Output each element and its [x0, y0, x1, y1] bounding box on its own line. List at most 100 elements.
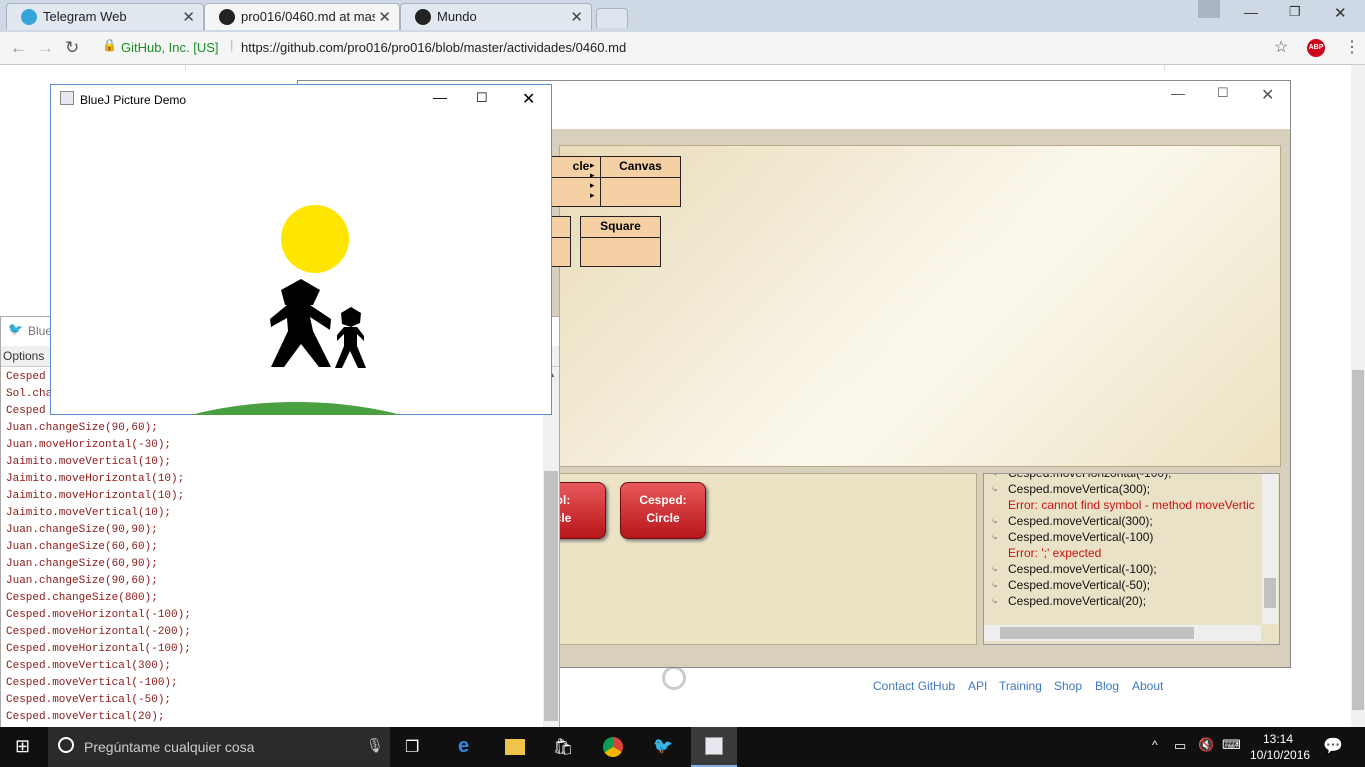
terminal-line: Cesped.moveVertical(-100); — [6, 677, 178, 689]
profile-icon[interactable] — [1198, 0, 1220, 18]
figure-jaimito — [335, 307, 366, 368]
close-icon[interactable]: ✕ — [570, 8, 583, 26]
chrome-icon[interactable] — [603, 737, 623, 757]
terminal-line: Cesped.moveHorizontal(-100); — [6, 609, 191, 621]
terminal-output: Cesped Sol.cha Cesped Juan.changeSize(90,60… — [1, 367, 542, 727]
java-taskbar-button[interactable] — [691, 727, 737, 767]
picture-demo-window: BlueJ Picture Demo — ☐ ✕ — [50, 84, 552, 415]
footer-link-contact[interactable]: Contact GitHub — [873, 679, 955, 693]
microphone-icon[interactable]: 🎙 — [366, 737, 384, 754]
clock-time[interactable]: 13:14 — [1263, 732, 1293, 746]
tab-label: Telegram Web — [43, 9, 127, 24]
codepad-line: Cesped.moveVertical(-50); — [1008, 578, 1151, 592]
tab-label: Mundo — [437, 9, 477, 24]
class-box-partial[interactable] — [550, 216, 571, 267]
footer-link-training[interactable]: Training — [999, 679, 1042, 693]
codepad-error-line: Error: cannot find symbol - method moveV… — [1008, 498, 1255, 512]
grass-circle — [191, 402, 401, 415]
file-explorer-icon[interactable] — [505, 739, 525, 755]
maximize-icon[interactable]: ☐ — [1217, 85, 1229, 101]
scrollbar-thumb[interactable] — [1264, 578, 1276, 608]
new-tab-button[interactable] — [596, 8, 628, 28]
divider — [185, 65, 186, 70]
close-icon[interactable]: ✕ — [378, 8, 391, 26]
class-diagram: cle Canvas Square ▸ ▸ ▸ ▸ — [550, 145, 1281, 467]
forward-icon[interactable]: → — [37, 38, 54, 58]
terminal-scrollbar[interactable]: ▲ — [543, 367, 559, 727]
task-view-icon[interactable]: ❐ — [405, 737, 419, 757]
telegram-icon — [21, 9, 37, 25]
volume-muted-icon[interactable]: 🔇 — [1198, 737, 1214, 753]
bookmark-star-icon[interactable]: ☆ — [1274, 37, 1288, 57]
divider — [1164, 65, 1165, 70]
clock-date[interactable]: 10/10/2016 — [1250, 748, 1310, 762]
edge-icon[interactable]: e — [458, 735, 469, 758]
demo-title: BlueJ Picture Demo — [80, 93, 187, 107]
adblock-icon[interactable]: ABP — [1307, 39, 1325, 57]
footer-link-about[interactable]: About — [1132, 679, 1163, 693]
picture-canvas — [191, 205, 401, 415]
secure-label: GitHub, Inc. [US] — [121, 40, 219, 55]
battery-icon[interactable]: ▭ — [1174, 738, 1186, 754]
close-icon[interactable]: ✕ — [522, 89, 535, 109]
options-menu[interactable]: Options — [3, 349, 44, 363]
windows-start-icon[interactable]: ⊞ — [15, 736, 30, 757]
close-icon[interactable]: ✕ — [1261, 85, 1274, 105]
maximize-icon[interactable]: ☐ — [476, 90, 488, 106]
terminal-line: Cesped.moveVertical(300); — [6, 660, 172, 672]
bluej-icon[interactable]: 🐦 — [653, 736, 673, 756]
reload-icon[interactable]: ↻ — [65, 38, 79, 58]
scrollbar-thumb[interactable] — [1000, 627, 1194, 639]
codepad-bullet-icon: ⤷ — [992, 474, 997, 479]
codepad-line: Cesped.moveHorizontal(-100); — [1008, 474, 1171, 480]
browser-tab-strip: Telegram Web ✕ pro016/0460.md at mast ✕ … — [0, 0, 1365, 32]
codepad-bullet-icon: ⤷ — [992, 596, 998, 606]
footer-link-shop[interactable]: Shop — [1054, 679, 1082, 693]
restore-icon[interactable]: ❐ — [1289, 4, 1301, 20]
tab-telegram[interactable]: Telegram Web ✕ — [6, 3, 204, 30]
address-bar[interactable]: 🔒 GitHub, Inc. [US] | https://github.com… — [94, 35, 1298, 59]
scrollbar-thumb[interactable] — [1352, 370, 1364, 710]
tab-mundo[interactable]: Mundo ✕ — [400, 3, 592, 30]
codepad-line: Cesped.moveVertical(300); — [1008, 514, 1153, 528]
footer-link-blog[interactable]: Blog — [1095, 679, 1119, 693]
minimize-icon[interactable]: — — [433, 89, 447, 105]
object-bench: ol: cle Cesped: Circle — [520, 473, 977, 645]
scrollbar-thumb[interactable] — [544, 471, 558, 721]
tab-github[interactable]: pro016/0460.md at mast ✕ — [204, 3, 400, 30]
codepad-vscrollbar[interactable] — [1262, 474, 1278, 624]
minimize-icon[interactable]: — — [1244, 4, 1258, 20]
terminal-line: Juan.changeSize(60,60); — [6, 541, 158, 553]
cortana-icon — [58, 737, 74, 753]
close-icon[interactable]: ✕ — [182, 8, 195, 26]
object-name: Cesped: — [639, 493, 687, 507]
lock-icon: 🔒 — [102, 38, 117, 52]
object-cesped[interactable]: Cesped: Circle — [620, 482, 706, 539]
terminal-line: Cesped — [6, 405, 46, 417]
keyboard-icon[interactable]: ⌨ — [1222, 737, 1241, 753]
terminal-line: Cesped — [6, 371, 46, 383]
class-name — [551, 217, 570, 238]
tab-label: pro016/0460.md at mast — [241, 9, 375, 24]
minimize-icon[interactable]: — — [1171, 85, 1185, 101]
codepad-hscrollbar[interactable] — [984, 625, 1261, 641]
close-icon[interactable]: ✕ — [1334, 4, 1347, 22]
github-icon — [219, 9, 235, 25]
class-box-square[interactable]: Square — [580, 216, 661, 267]
class-box-canvas[interactable]: Canvas — [600, 156, 681, 207]
notifications-icon[interactable]: 💬 — [1323, 736, 1343, 756]
search-box[interactable]: Pregúntame cualquier cosa 🎙 — [48, 727, 390, 767]
class-name: Square — [581, 217, 660, 238]
codepad-bullet-icon: ⤷ — [992, 532, 998, 542]
chevron-up-icon[interactable]: ^ — [1152, 738, 1158, 752]
codepad[interactable]: Cesped.moveHorizontal(-100); ⤷ Cesped.move… — [983, 473, 1280, 645]
terminal-line: Juan.changeSize(90,60); — [6, 422, 158, 434]
footer-link-api[interactable]: API — [968, 679, 987, 693]
terminal-line: Cesped.moveHorizontal(-100); — [6, 643, 191, 655]
store-icon[interactable]: 🛍 — [553, 737, 573, 757]
codepad-bullet-icon: ⤷ — [992, 580, 998, 590]
menu-icon[interactable]: ⋮ — [1344, 37, 1360, 57]
back-icon[interactable]: ← — [10, 38, 27, 58]
page-scrollbar[interactable] — [1351, 65, 1365, 727]
java-icon — [705, 737, 723, 755]
